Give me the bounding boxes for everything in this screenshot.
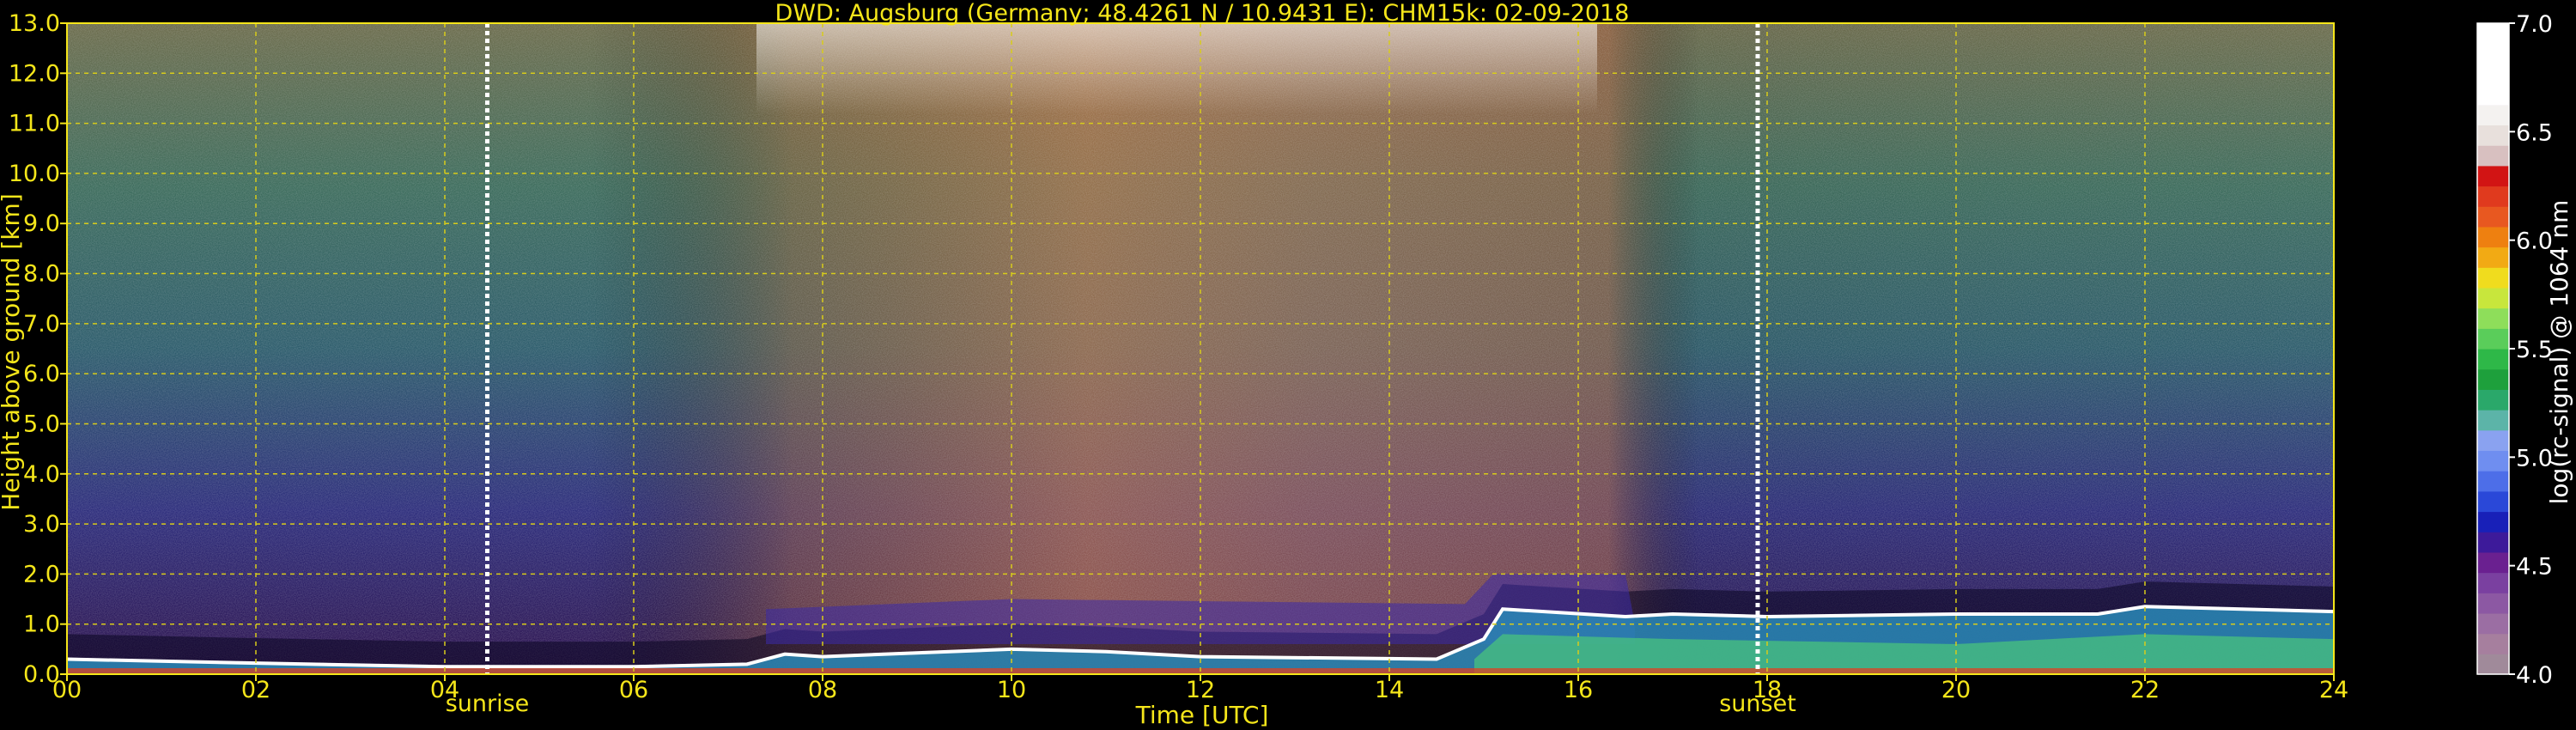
colorbar-label: log(rc-signal) @ 1064 nm [2545, 200, 2573, 505]
x-tick-label: 00 [52, 677, 82, 703]
x-tick-label: 12 [1186, 677, 1215, 703]
colorbar-swatch [2477, 145, 2509, 167]
colorbar-swatch [2477, 104, 2509, 126]
colorbar-swatch [2477, 165, 2509, 187]
y-tick-label: 8.0 [23, 261, 60, 288]
colorbar-swatch [2477, 593, 2509, 614]
y-axis-label: Height above ground [km] [0, 193, 25, 511]
x-tick-label: 16 [1564, 677, 1593, 703]
y-tick-label: 4.0 [23, 461, 60, 488]
colorbar-tick-label: 4.5 [2516, 554, 2553, 581]
colorbar-swatch [2477, 287, 2509, 309]
colorbar-swatch [2477, 23, 2509, 45]
colorbar-swatch [2477, 267, 2509, 289]
x-axis-label: Time [UTC] [1135, 701, 1269, 729]
colorbar-swatch [2477, 206, 2509, 228]
x-tick-label: 02 [241, 677, 270, 703]
colorbar: 4.04.55.05.56.06.57.0 [2476, 11, 2553, 689]
colorbar-swatch [2477, 368, 2509, 390]
x-tick-label: 20 [1941, 677, 1971, 703]
colorbar-swatch [2477, 612, 2509, 635]
y-tick-label: 10.0 [9, 161, 60, 187]
colorbar-tick-label: 4.0 [2516, 662, 2553, 689]
colorbar-swatch [2477, 490, 2509, 513]
colorbar-swatch [2477, 64, 2509, 85]
x-tick-label: 22 [2130, 677, 2160, 703]
colorbar-swatch [2477, 389, 2509, 411]
colorbar-swatch [2477, 654, 2509, 675]
colorbar-swatch [2477, 43, 2509, 64]
x-tick-label: 10 [997, 677, 1026, 703]
colorbar-swatch [2477, 246, 2509, 268]
colorbar-swatch [2477, 572, 2509, 593]
y-tick-label: 2.0 [23, 561, 60, 587]
colorbar-swatch [2477, 410, 2509, 431]
x-tick-label: 18 [1753, 677, 1782, 703]
colorbar-swatch [2477, 551, 2509, 574]
x-tick-label: 14 [1375, 677, 1404, 703]
x-tick-label: 24 [2319, 677, 2348, 703]
y-tick-label: 6.0 [23, 361, 60, 387]
colorbar-swatch [2477, 125, 2509, 146]
x-tick-label: 04 [430, 677, 459, 703]
x-tick-label: 08 [808, 677, 837, 703]
colorbar-swatch [2477, 633, 2509, 654]
colorbar-tick-label: 6.5 [2516, 119, 2553, 146]
colorbar-swatch [2477, 429, 2509, 452]
x-tick-label: 06 [619, 677, 648, 703]
colorbar-tick-label: 7.0 [2516, 11, 2553, 38]
chart-title: DWD: Augsburg (Germany; 48.4261 N / 10.9… [775, 0, 1630, 27]
y-tick-label: 5.0 [23, 411, 60, 437]
colorbar-swatch [2477, 328, 2509, 350]
y-tick-label: 9.0 [23, 210, 60, 237]
colorbar-swatch [2477, 84, 2509, 106]
colorbar-swatch [2477, 307, 2509, 329]
y-tick-label: 7.0 [23, 311, 60, 338]
y-tick-label: 1.0 [23, 611, 60, 638]
colorbar-swatch [2477, 186, 2509, 207]
y-tick-label: 12.0 [9, 60, 60, 87]
colorbar-swatch [2477, 450, 2509, 471]
colorbar-swatch [2477, 532, 2509, 553]
colorbar-swatch [2477, 511, 2509, 532]
y-tick-label: 11.0 [9, 111, 60, 137]
y-tick-label: 3.0 [23, 511, 60, 538]
colorbar-swatch [2477, 349, 2509, 370]
lidar-backscatter-chart: sunrise sunset 0.01.02.03.04.05.06.07.08.… [0, 0, 2573, 729]
colorbar-swatch [2477, 471, 2509, 492]
colorbar-swatch [2477, 226, 2509, 248]
y-tick-label: 13.0 [9, 10, 60, 37]
